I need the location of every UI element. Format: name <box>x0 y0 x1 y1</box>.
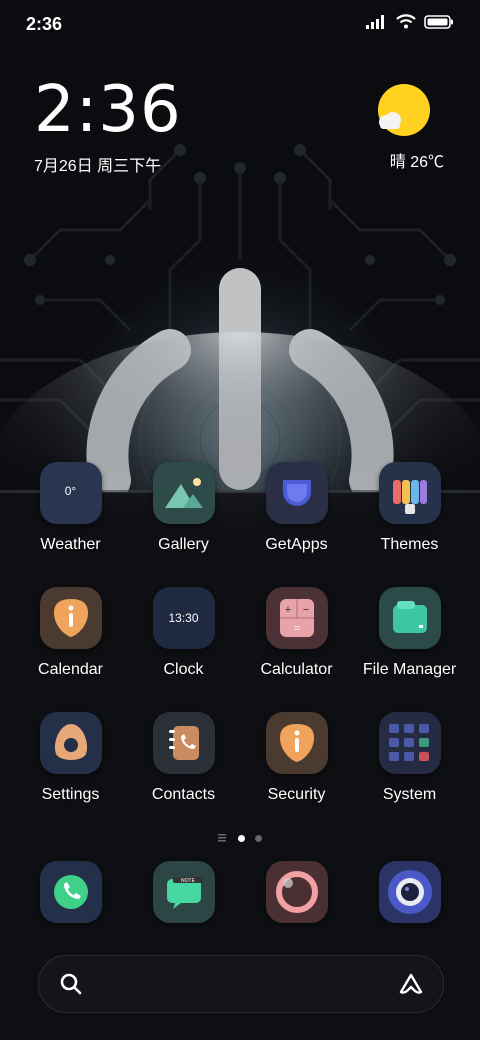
clock-widget[interactable]: 2:36 7月26日 周三下午 <box>34 78 182 176</box>
svg-text:−: − <box>302 604 308 616</box>
settings-icon <box>39 712 102 774</box>
app-label: Security <box>267 786 326 803</box>
dock-messaging[interactable]: NOTE <box>127 861 240 923</box>
gallery-icon <box>152 462 215 524</box>
svg-text:+: + <box>284 604 290 616</box>
app-contacts[interactable]: Contacts <box>127 712 240 837</box>
app-label: System <box>382 786 437 803</box>
app-file-manager[interactable]: File Manager <box>353 587 466 712</box>
phone-icon <box>39 861 102 923</box>
file-manager-icon <box>378 587 441 649</box>
page-dot <box>255 834 262 842</box>
camera-icon <box>378 861 441 923</box>
app-clock[interactable]: 13:30 Clock <box>127 587 240 712</box>
app-weather[interactable]: 0° Weather <box>14 462 127 587</box>
calendar-icon <box>39 587 102 649</box>
app-gallery[interactable]: Gallery <box>127 462 240 587</box>
app-calculator[interactable]: + − = Calculator <box>240 587 353 712</box>
getapps-icon <box>265 462 328 524</box>
svg-text:=: = <box>293 623 299 635</box>
app-label: Calendar <box>38 661 103 678</box>
security-icon <box>265 712 328 774</box>
browser-icon <box>265 861 328 923</box>
app-label: Themes <box>380 536 439 553</box>
app-label: File Manager <box>362 661 457 678</box>
app-grid: 0° Weather Gallery GetApps Themes Calend… <box>14 462 466 837</box>
dock-phone[interactable] <box>14 861 127 923</box>
sun-cloud-icon <box>374 82 430 138</box>
weather-icon-temp: 0° <box>64 484 77 498</box>
calculator-icon: + − = <box>265 587 328 649</box>
weather-widget[interactable]: 晴 26℃ <box>354 82 444 172</box>
assistant-icon[interactable] <box>397 970 425 1003</box>
app-themes[interactable]: Themes <box>353 462 466 587</box>
dock-browser[interactable] <box>240 861 353 923</box>
app-system-folder[interactable]: System <box>353 712 466 837</box>
signal-icon <box>366 14 388 34</box>
battery-icon <box>424 14 454 34</box>
dock-camera[interactable] <box>353 861 466 923</box>
app-label: Clock <box>163 661 204 678</box>
page-list-icon <box>218 829 228 847</box>
app-label: Contacts <box>151 786 216 803</box>
status-bar: 2:36 <box>0 0 480 50</box>
svg-text:NOTE: NOTE <box>181 878 196 884</box>
page-dot-active <box>238 834 245 842</box>
app-calendar[interactable]: Calendar <box>14 587 127 712</box>
clock-icon: 13:30 <box>152 587 215 649</box>
app-label: Settings <box>41 786 100 803</box>
dock: NOTE <box>14 861 466 923</box>
app-label: Gallery <box>158 536 209 553</box>
app-getapps[interactable]: GetApps <box>240 462 353 587</box>
search-bar[interactable] <box>38 955 444 1013</box>
search-icon <box>59 972 83 1001</box>
status-icons <box>366 14 454 34</box>
system-folder-icon <box>378 712 441 774</box>
app-label: Weather <box>40 536 101 553</box>
page-indicator[interactable] <box>0 829 480 847</box>
clock-icon-time: 13:30 <box>168 611 199 625</box>
app-settings[interactable]: Settings <box>14 712 127 837</box>
contacts-icon <box>152 712 215 774</box>
app-security[interactable]: Security <box>240 712 353 837</box>
widget-date: 7月26日 周三下午 <box>34 158 162 175</box>
weather-app-icon: 0° <box>39 462 102 524</box>
widget-time: 2:36 <box>34 73 182 147</box>
weather-text: 晴 26℃ <box>389 154 444 171</box>
messaging-icon: NOTE <box>152 861 215 923</box>
status-time: 2:36 <box>26 14 63 34</box>
app-label: GetApps <box>265 536 328 553</box>
wifi-icon <box>396 14 416 34</box>
themes-icon <box>378 462 441 524</box>
app-label: Calculator <box>260 661 333 678</box>
